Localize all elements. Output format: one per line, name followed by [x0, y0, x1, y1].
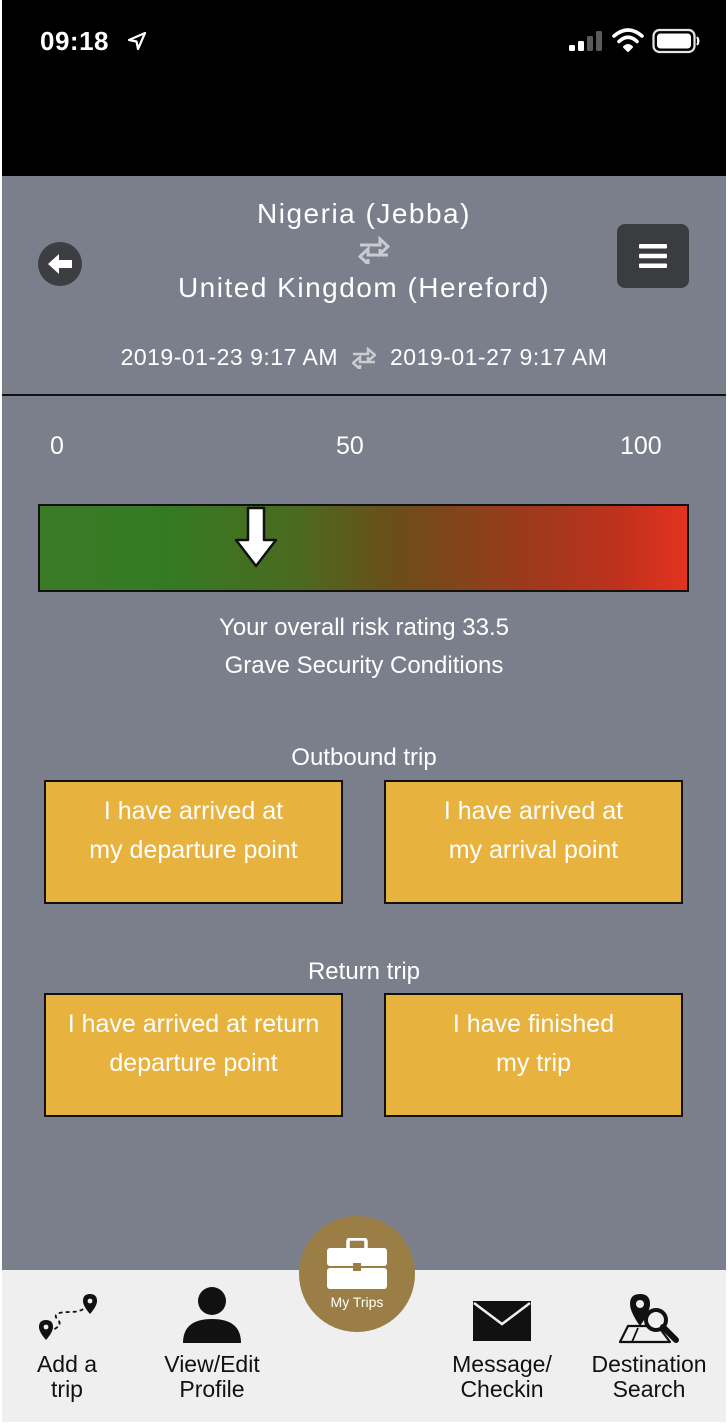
button-label: my arrival point — [448, 836, 619, 864]
origin-location: Nigeria (Jebba) — [257, 198, 471, 229]
map-search-icon — [618, 1294, 679, 1344]
finished-trip-button[interactable]: I have finished my trip — [384, 993, 683, 1117]
tab-label: View/Edit Profile — [142, 1352, 282, 1402]
swap-arrows-icon — [352, 346, 376, 369]
button-label: I have arrived at return — [67, 1010, 320, 1038]
my-trips-label: My Trips — [330, 1294, 384, 1310]
tab-label-line: View/Edit — [164, 1351, 260, 1377]
menu-button[interactable] — [617, 224, 689, 288]
cellular-signal-icon — [569, 31, 602, 51]
tab-label-line: Search — [612, 1376, 686, 1402]
route-pins-icon — [39, 1294, 97, 1340]
location-arrow-icon — [127, 31, 147, 51]
tab-profile[interactable]: View/Edit Profile — [142, 1270, 282, 1422]
button-label: my trip — [496, 1049, 571, 1077]
button-label: I have arrived at — [443, 797, 624, 825]
tab-add-trip[interactable]: Add a trip — [2, 1270, 132, 1422]
tab-label: Destination Search — [576, 1352, 722, 1402]
briefcase-icon — [327, 1238, 387, 1289]
scale-mid-label: 50 — [336, 432, 364, 460]
tab-my-trips[interactable]: My Trips — [299, 1216, 415, 1332]
tab-destination-search[interactable]: Destination Search — [576, 1270, 722, 1422]
button-label: I have finished — [452, 1010, 615, 1038]
button-label: I have arrived at — [103, 797, 284, 825]
arrived-return-departure-button[interactable]: I have arrived at return departure point — [44, 993, 343, 1117]
button-label: my departure point — [89, 836, 298, 864]
return-date: 2019-01-27 9:17 AM — [390, 344, 608, 370]
battery-icon — [652, 28, 700, 54]
scale-min-label: 0 — [50, 432, 64, 460]
envelope-icon — [473, 1301, 531, 1341]
swap-arrows-icon — [358, 236, 390, 264]
arrived-arrival-point-button[interactable]: I have arrived at my arrival point — [384, 780, 683, 904]
scale-max-label: 100 — [620, 432, 662, 460]
arrived-departure-point-button[interactable]: I have arrived at my departure point — [44, 780, 343, 904]
risk-gradient-bar — [38, 504, 689, 592]
tab-label-line: Destination — [591, 1351, 707, 1377]
tab-label-line: Checkin — [460, 1376, 544, 1402]
tab-label-line: trip — [51, 1376, 83, 1402]
outbound-trip-title: Outbound trip — [291, 744, 437, 771]
trip-dates: 2019-01-23 9:17 AM 2019-01-27 9:17 AM — [2, 344, 726, 371]
app-screen: 09:18 Nigeria (Jebba) United Kingdom (He… — [0, 0, 728, 1424]
user-profile-icon — [183, 1287, 241, 1343]
risk-level-text: Grave Security Conditions — [224, 652, 504, 679]
tab-label-line: Add a — [36, 1351, 98, 1377]
return-trip-title: Return trip — [307, 958, 421, 985]
status-bar: 09:18 — [2, 0, 726, 176]
tab-message-checkin[interactable]: Message/ Checkin — [432, 1270, 572, 1422]
tab-label: Add a trip — [2, 1352, 132, 1402]
wifi-icon — [612, 28, 644, 52]
tab-label-line: Message/ — [452, 1351, 552, 1377]
button-label: departure point — [109, 1049, 278, 1077]
trip-detail-panel: Nigeria (Jebba) United Kingdom (Hereford… — [2, 176, 726, 1270]
trip-header: Nigeria (Jebba) United Kingdom (Hereford… — [2, 176, 726, 396]
tab-label: Message/ Checkin — [432, 1352, 572, 1402]
tab-label-line: Profile — [179, 1376, 245, 1402]
risk-rating-text: Your overall risk rating 33.5 — [219, 614, 509, 641]
risk-marker-arrow-icon — [234, 506, 278, 568]
status-time: 09:18 — [40, 26, 109, 56]
hamburger-menu-icon — [639, 244, 667, 268]
depart-date: 2019-01-23 9:17 AM — [120, 344, 338, 370]
